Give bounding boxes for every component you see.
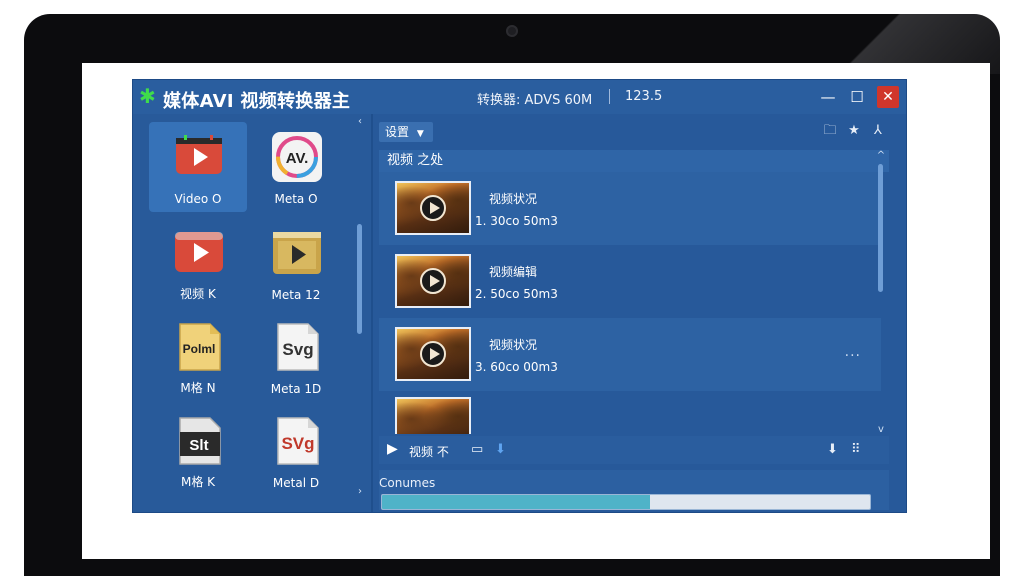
- polmi-icon-text: Polml: [183, 342, 216, 356]
- file-meta: 2. 50co 50m3: [475, 287, 558, 301]
- file-meta: 1. 30co 50m3: [475, 214, 558, 228]
- progress-section: Conumes: [379, 470, 889, 510]
- format-item-srt[interactable]: Slt M格 K: [149, 406, 247, 496]
- file-row-partial[interactable]: [379, 391, 881, 434]
- progress-bar: [381, 494, 871, 510]
- pin-icon[interactable]: ⅄: [869, 122, 887, 140]
- file-panel: 设置 ▼ 🗀 ★ ⅄ 视频 之处 视频状况 1. 30co 50m3 视频编辑 …: [373, 114, 906, 512]
- video-play-icon: [176, 135, 222, 174]
- grid-icon[interactable]: ⠿: [851, 442, 861, 457]
- svg-file-icon: Svg: [277, 323, 319, 371]
- format-item-polmi[interactable]: Polml M格 N: [149, 312, 247, 402]
- media-play-icon: [273, 232, 321, 274]
- format-item-youtube[interactable]: 视频 K: [149, 218, 247, 308]
- settings-dropdown[interactable]: 设置 ▼: [379, 122, 433, 142]
- video-thumbnail[interactable]: [395, 327, 471, 381]
- app-window: ✱ 媒体AVI 视频转换器主 转换器: ADVS 60M 123.5 — ☐ ✕…: [133, 80, 906, 512]
- file-list-scrollbar[interactable]: ^ v: [875, 150, 887, 438]
- file-row[interactable]: 视频编辑 2. 50co 50m3: [379, 245, 881, 318]
- format-item-video[interactable]: Video O: [149, 122, 247, 212]
- format-item-avi[interactable]: AV. Meta O: [247, 122, 345, 212]
- video-thumbnail[interactable]: [395, 181, 471, 235]
- format-label: 视频 K: [180, 287, 216, 301]
- more-options-icon[interactable]: ···: [845, 348, 861, 364]
- format-label: Meta 1D: [270, 382, 322, 396]
- play-icon[interactable]: [420, 268, 446, 294]
- title-number: 123.5: [625, 89, 663, 104]
- file-list: 视频状况 1. 30co 50m3 视频编辑 2. 50co 50m3 视频状况…: [379, 172, 881, 434]
- file-title: 视频状况: [489, 338, 538, 352]
- format-panel-scrollbar[interactable]: ‹ ›: [354, 116, 366, 506]
- format-panel: Video O AV. Meta O 视频 K Meta 12 Polml M格…: [133, 114, 371, 512]
- download-alt-icon[interactable]: ⬇: [827, 442, 838, 457]
- scroll-thumb[interactable]: [878, 164, 883, 292]
- playback-label: 视频 不: [409, 445, 449, 459]
- message-icon[interactable]: ▭: [471, 442, 483, 457]
- file-title: 视频编辑: [489, 265, 538, 279]
- format-item-media[interactable]: Meta 12: [247, 218, 345, 308]
- close-icon[interactable]: ✕: [877, 86, 899, 108]
- file-row[interactable]: 视频状况 3. 60co 00m3 ···: [379, 318, 881, 391]
- svg-icon-text: Svg: [282, 340, 313, 359]
- file-meta: 3. 60co 00m3: [475, 360, 558, 374]
- format-label: Metal D: [272, 476, 320, 490]
- maximize-icon[interactable]: ☐: [846, 86, 868, 108]
- title-bar: ✱ 媒体AVI 视频转换器主 转换器: ADVS 60M 123.5 — ☐ ✕: [133, 80, 906, 114]
- app-logo-icon: ✱: [139, 84, 156, 108]
- star-icon[interactable]: ★: [845, 122, 863, 140]
- playback-bar: ▶ 视频 不 ▭ ⬇ ⬇ ⠿: [379, 436, 889, 464]
- polmi-file-icon: Polml: [179, 323, 221, 371]
- format-item-svg[interactable]: Svg Meta 1D: [247, 312, 345, 402]
- file-toolbar: 设置 ▼ 🗀 ★ ⅄: [373, 114, 906, 150]
- folder-icon[interactable]: 🗀: [821, 122, 839, 140]
- play-icon[interactable]: [420, 341, 446, 367]
- format-label: M格 N: [180, 381, 216, 395]
- youtube-icon: [175, 232, 223, 272]
- progress-fill: [382, 495, 651, 509]
- format-label: Meta O: [274, 192, 318, 206]
- webcam: [506, 25, 518, 37]
- dropdown-label: 设置: [385, 125, 410, 139]
- title-separator: [609, 89, 610, 104]
- format-label: Meta 12: [271, 288, 321, 302]
- video-thumbnail[interactable]: [395, 397, 471, 434]
- play-icon[interactable]: [420, 195, 446, 221]
- title-status: 转换器: ADVS 60M: [477, 93, 593, 108]
- svg-red-icon: SVg: [277, 417, 319, 465]
- scroll-up-icon[interactable]: ^: [875, 150, 887, 162]
- file-row[interactable]: 视频状况 1. 30co 50m3: [379, 172, 881, 245]
- format-item-svg-red[interactable]: SVg Metal D: [247, 406, 345, 496]
- srt-icon-text: Slt: [189, 437, 208, 454]
- minimize-icon[interactable]: —: [817, 86, 839, 108]
- format-label: M格 K: [180, 475, 216, 489]
- app-title: 媒体AVI 视频转换器主: [163, 91, 351, 112]
- scroll-down-icon[interactable]: v: [875, 424, 887, 436]
- progress-label: Conumes: [379, 476, 436, 490]
- avi-icon: AV.: [272, 132, 322, 182]
- format-label: Video O: [174, 192, 222, 206]
- list-header: 视频 之处: [379, 150, 889, 172]
- play-button-icon[interactable]: ▶: [387, 441, 398, 457]
- download-icon[interactable]: ⬇: [495, 442, 506, 457]
- avi-icon-text: AV.: [286, 150, 309, 167]
- scroll-down-icon[interactable]: ›: [354, 486, 366, 498]
- srt-icon: Slt: [179, 417, 221, 465]
- thumbnail-image: [397, 399, 469, 434]
- file-title: 视频状况: [489, 192, 538, 206]
- video-thumbnail[interactable]: [395, 254, 471, 308]
- chevron-down-icon: ▼: [416, 129, 424, 139]
- scroll-up-icon[interactable]: ‹: [354, 116, 366, 128]
- scroll-thumb[interactable]: [357, 224, 362, 334]
- svg-red-icon-text: SVg: [281, 434, 314, 453]
